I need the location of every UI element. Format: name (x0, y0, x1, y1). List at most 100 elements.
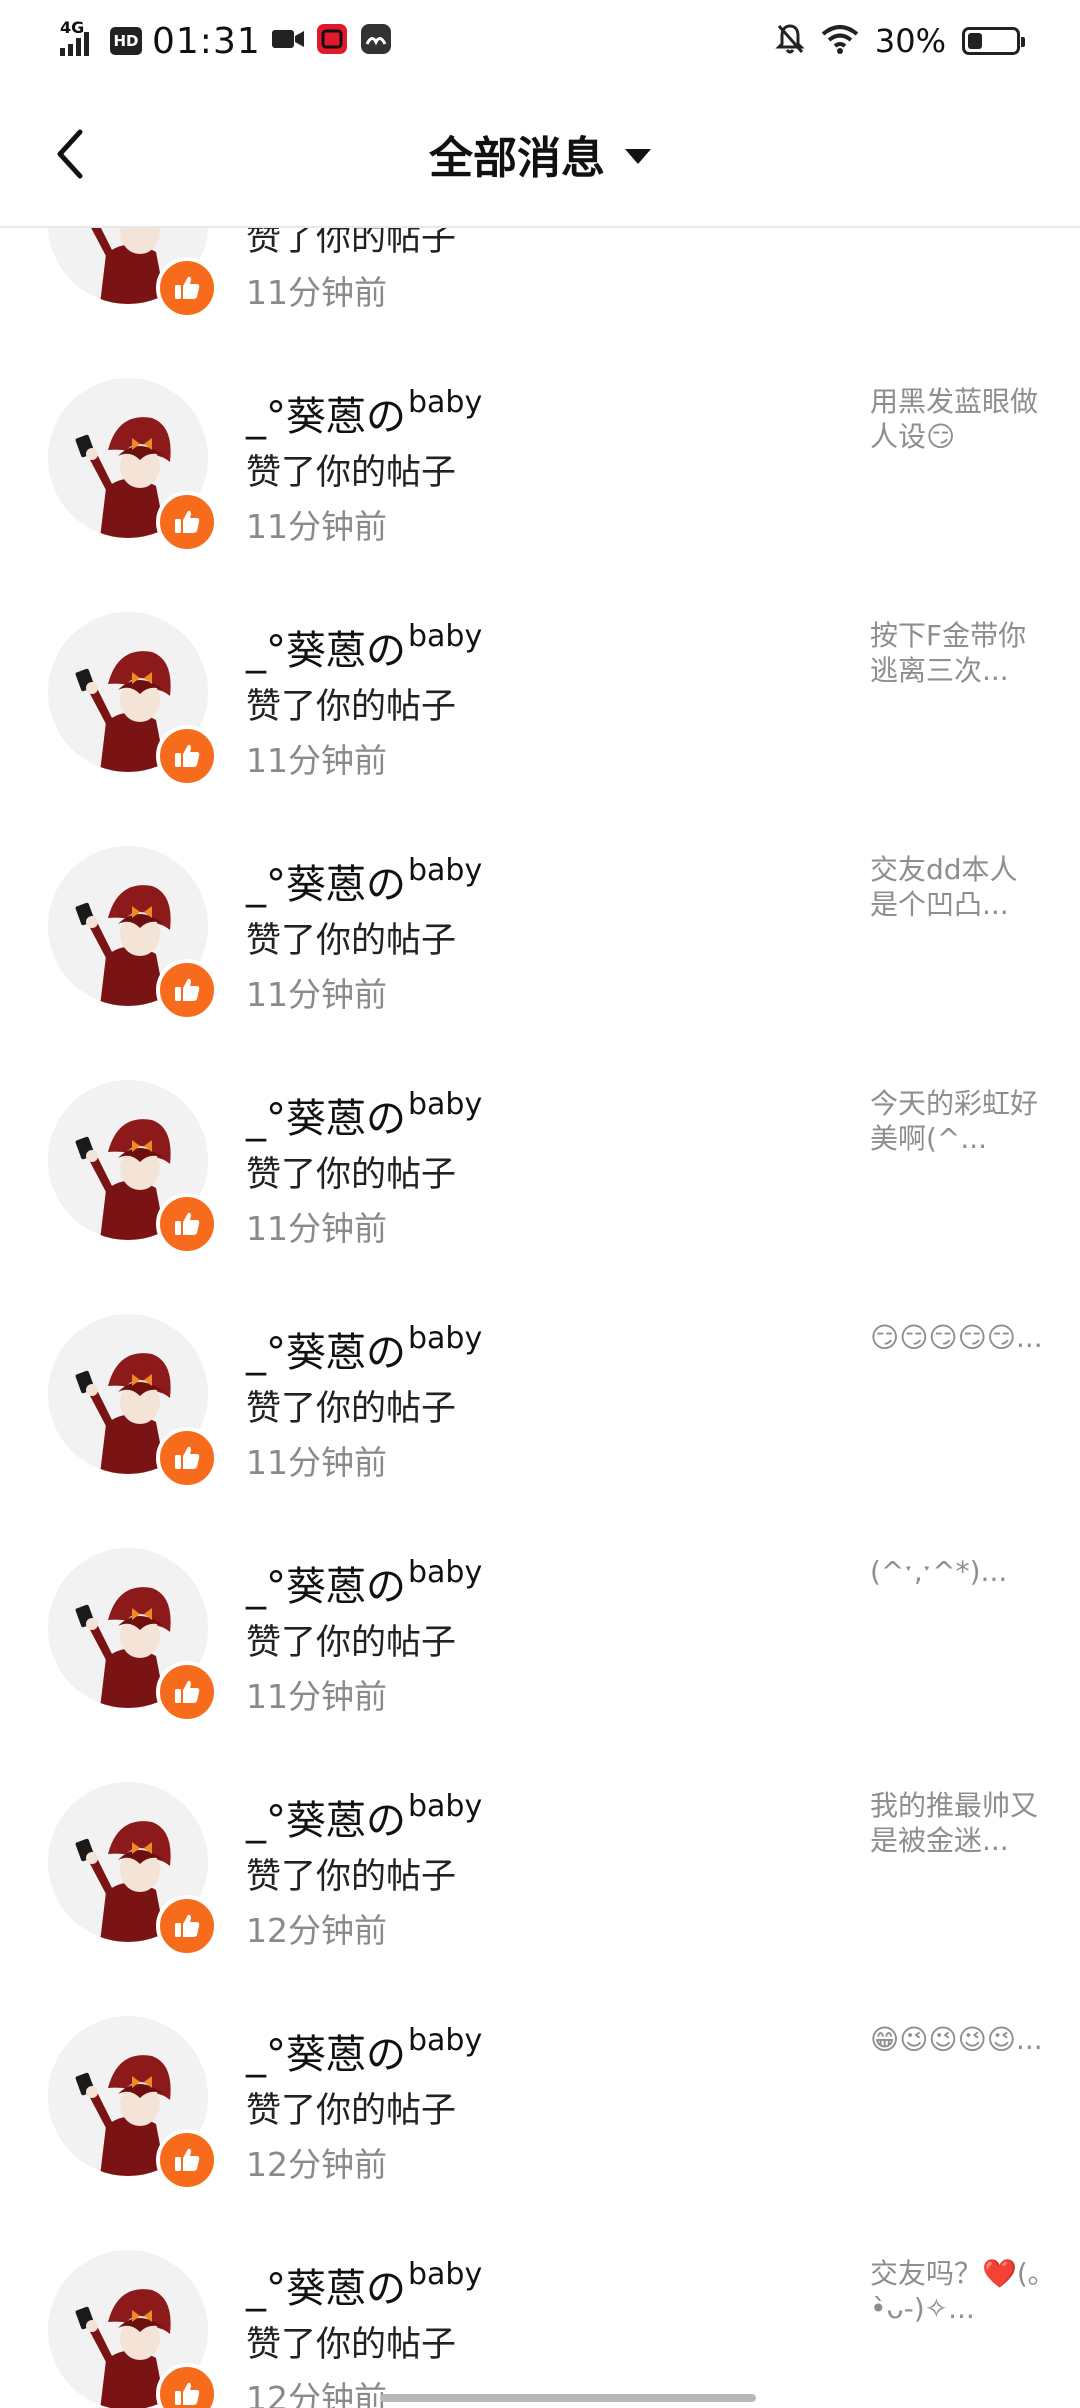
sender-name-text: _°葵蒽の (246, 2032, 406, 2078)
notification-action: 赞了你的帖子 (246, 1389, 457, 1429)
notification-time: 11分钟前 (246, 507, 387, 546)
sender-name[interactable]: _°葵蒽のbaby (246, 2256, 482, 2314)
notification-action: 赞了你的帖子 (246, 1623, 457, 1663)
sender-name-text: _°葵蒽の (246, 1564, 406, 1610)
like-badge (156, 1427, 218, 1489)
battery-fill (968, 33, 982, 49)
notification-list-content: _°葵蒽のbaby 赞了你的帖子 11分钟前 到😉😉 (0, 228, 1080, 2408)
notification-time: 11分钟前 (246, 1677, 387, 1716)
notification-time: 11分钟前 (246, 1209, 387, 1248)
video-camera-icon (271, 27, 305, 55)
notification-row[interactable]: _°葵蒽のbaby 赞了你的帖子 11分钟前 交友dd本人是个凹凸... (0, 808, 1080, 1042)
notification-row[interactable]: _°葵蒽のbaby 赞了你的帖子 11分钟前 按下F金带你逃离三次... (0, 574, 1080, 808)
notification-time: 11分钟前 (246, 273, 387, 312)
sender-name-suffix: baby (408, 1087, 483, 1122)
notification-time: 12分钟前 (246, 1911, 387, 1950)
notification-row[interactable]: _°葵蒽のbaby 赞了你的帖子 11分钟前 到😉😉 (0, 228, 1080, 340)
post-preview[interactable]: 交友吗？❤️(｡•̀ᴗ-)✧... (870, 2256, 1045, 2326)
sender-name-text: _°葵蒽の (246, 2266, 406, 2312)
screen-record-icon (315, 22, 349, 60)
sender-name-suffix: baby (408, 2257, 483, 2292)
sender-name[interactable]: _°葵蒽のbaby (246, 618, 482, 676)
notification-time: 12分钟前 (246, 2145, 387, 2184)
notification-row[interactable]: _°葵蒽のbaby 赞了你的帖子 12分钟前 交友吗？❤️(｡•̀ᴗ-)✧... (0, 2212, 1080, 2408)
sender-name[interactable]: _°葵蒽のbaby (246, 1554, 482, 1612)
sender-name-suffix: baby (408, 385, 483, 420)
sender-name-text: _°葵蒽の (246, 862, 406, 908)
thumbs-up-icon (175, 1914, 200, 1937)
like-badge (156, 257, 218, 319)
battery-percent: 30% (874, 22, 946, 60)
post-preview[interactable]: 按下F金带你逃离三次... (870, 618, 1045, 688)
notification-row[interactable]: _°葵蒽のbaby 赞了你的帖子 11分钟前 😏😏😏😏😏... (0, 1276, 1080, 1510)
notification-action: 赞了你的帖子 (246, 921, 457, 961)
signal-icon: 4G (60, 18, 100, 58)
notification-row[interactable]: _°葵蒽のbaby 赞了你的帖子 12分钟前 我的推最帅又是被金迷... (0, 1744, 1080, 1978)
post-preview[interactable]: 用黑发蓝眼做人设😏 (870, 384, 1045, 454)
like-badge (156, 1661, 218, 1723)
notification-time: 11分钟前 (246, 741, 387, 780)
sender-name-text: _°葵蒽の (246, 1330, 406, 1376)
notification-list[interactable]: _°葵蒽のbaby 赞了你的帖子 11分钟前 到😉😉 (0, 228, 1080, 2408)
post-preview[interactable]: 交友dd本人是个凹凸... (870, 852, 1045, 922)
notification-row[interactable]: _°葵蒽のbaby 赞了你的帖子 11分钟前 今天的彩虹好美啊(^... (0, 1042, 1080, 1276)
post-preview[interactable]: 我的推最帅又是被金迷... (870, 1788, 1045, 1858)
notification-action: 赞了你的帖子 (246, 453, 457, 493)
sender-name-suffix: baby (408, 1789, 483, 1824)
network-type-label: 4G (60, 18, 85, 37)
notification-action: 赞了你的帖子 (246, 2091, 457, 2131)
thumbs-up-icon (175, 2148, 200, 2171)
like-badge (156, 491, 218, 553)
app-notification-icon (359, 22, 393, 60)
thumbs-up-icon (175, 744, 200, 767)
hd-icon: HD (110, 27, 142, 55)
sender-name-text: _°葵蒽の (246, 628, 406, 674)
like-badge (156, 725, 218, 787)
like-badge (156, 1895, 218, 1957)
sender-name[interactable]: _°葵蒽のbaby (246, 2022, 482, 2080)
sender-name[interactable]: _°葵蒽のbaby (246, 852, 482, 910)
wifi-icon (821, 24, 859, 58)
notification-time: 11分钟前 (246, 1443, 387, 1482)
notification-action: 赞了你的帖子 (246, 687, 457, 727)
sender-name-suffix: baby (408, 853, 483, 888)
status-left: 4G HD 01:31 (60, 16, 393, 66)
sender-name-suffix: baby (408, 619, 483, 654)
sender-name-suffix: baby (408, 1555, 483, 1590)
post-preview[interactable]: (^ˑ,ˑ^*)... (870, 1554, 1045, 1589)
notification-action: 赞了你的帖子 (246, 1155, 457, 1195)
notification-action: 赞了你的帖子 (246, 228, 457, 259)
thumbs-up-icon (175, 1212, 200, 1235)
status-bar: 4G HD 01:31 30% (0, 0, 1080, 82)
like-badge (156, 959, 218, 1021)
page-title: 全部消息 (429, 133, 605, 184)
notification-time: 12分钟前 (246, 2379, 387, 2408)
sender-name-text: _°葵蒽の (246, 1096, 406, 1142)
notification-row[interactable]: _°葵蒽のbaby 赞了你的帖子 12分钟前 😁😉😉😉😉... (0, 1978, 1080, 2212)
notification-action: 赞了你的帖子 (246, 1857, 457, 1897)
notification-row[interactable]: _°葵蒽のbaby 赞了你的帖子 11分钟前 (^ˑ,ˑ^*)... (0, 1510, 1080, 1744)
mute-bell-icon (775, 22, 805, 60)
notification-row[interactable]: _°葵蒽のbaby 赞了你的帖子 11分钟前 用黑发蓝眼做人设😏 (0, 340, 1080, 574)
sender-name[interactable]: _°葵蒽のbaby (246, 1320, 482, 1378)
sender-name[interactable]: _°葵蒽のbaby (246, 1788, 482, 1846)
caret-down-icon (625, 148, 651, 164)
status-time: 01:31 (152, 20, 261, 62)
sender-name[interactable]: _°葵蒽のbaby (246, 1086, 482, 1144)
thumbs-up-icon (175, 1680, 200, 1703)
thumbs-up-icon (175, 276, 200, 299)
post-preview[interactable]: 😁😉😉😉😉... (870, 2022, 1045, 2057)
message-filter-dropdown[interactable]: 全部消息 (0, 122, 1080, 186)
thumbs-up-icon (175, 510, 200, 533)
home-indicator[interactable] (380, 2394, 756, 2402)
sender-name-text: _°葵蒽の (246, 394, 406, 440)
notification-time: 11分钟前 (246, 975, 387, 1014)
thumbs-up-icon (175, 1446, 200, 1469)
sender-name-suffix: baby (408, 2023, 483, 2058)
sender-name[interactable]: _°葵蒽のbaby (246, 384, 482, 442)
header: 全部消息 (0, 82, 1080, 228)
post-preview[interactable]: 今天的彩虹好美啊(^... (870, 1086, 1045, 1156)
post-preview[interactable]: 😏😏😏😏😏... (870, 1320, 1045, 1355)
sender-name-suffix: baby (408, 1321, 483, 1356)
thumbs-up-icon (175, 978, 200, 1001)
